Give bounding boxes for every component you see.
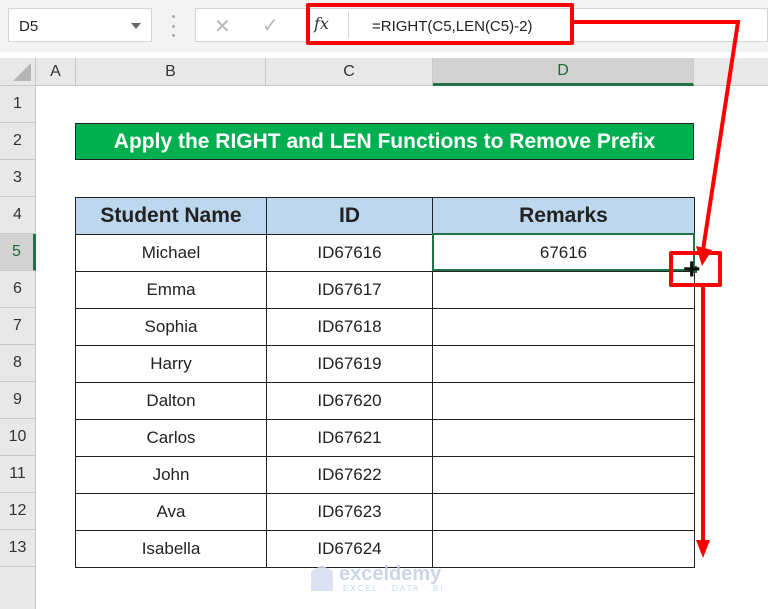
exceldemy-logo-icon [311, 565, 333, 591]
formula-to-cell-arrow [574, 20, 741, 251]
watermark-tagline: EXCEL · DATA · BI [343, 584, 445, 593]
watermark-name: exceldemy [339, 563, 442, 585]
arrowhead-down-to-handle [696, 246, 712, 266]
arrowhead-drag-down [696, 540, 710, 558]
watermark: exceldemy EXCEL · DATA · BI [311, 563, 445, 593]
annotation-arrows [574, 20, 741, 558]
